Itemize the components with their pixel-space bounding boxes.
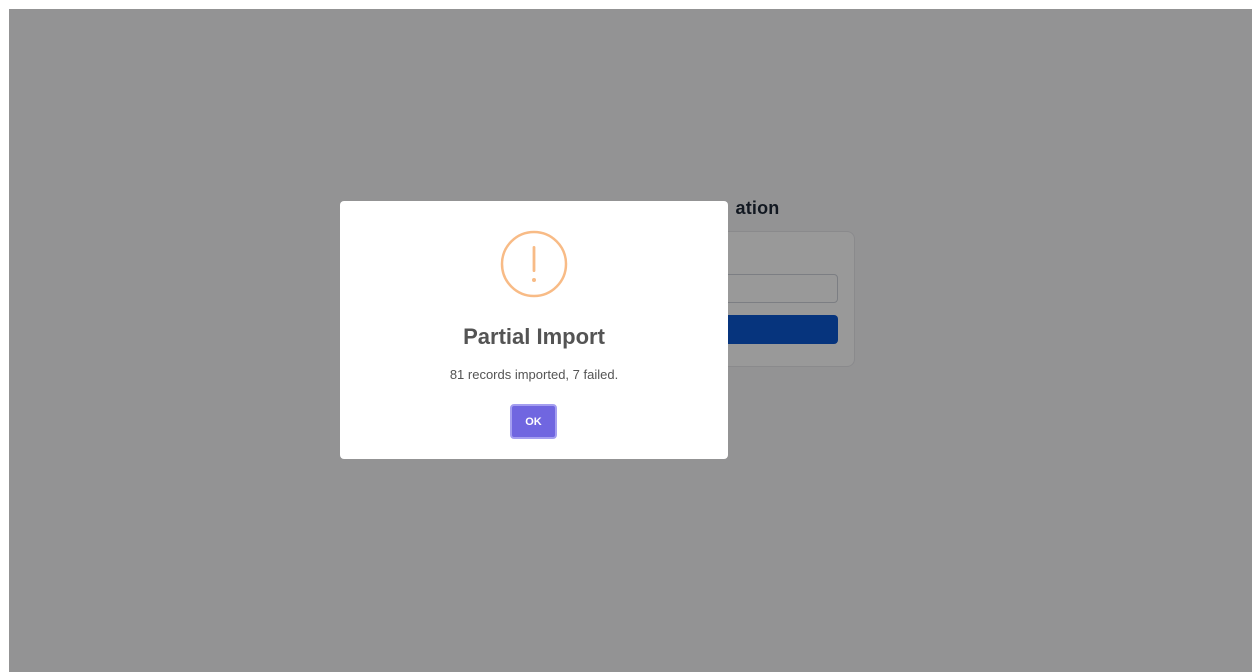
ok-button[interactable]: OK <box>510 404 557 439</box>
dialog-message: 81 records imported, 7 failed. <box>449 367 619 382</box>
warning-icon <box>500 230 568 298</box>
dialog-title: Partial Import <box>463 324 605 349</box>
alert-dialog: Partial Import 81 records imported, 7 fa… <box>340 201 728 459</box>
browser-viewport: ation Partial Import 81 records imported… <box>9 9 1252 672</box>
